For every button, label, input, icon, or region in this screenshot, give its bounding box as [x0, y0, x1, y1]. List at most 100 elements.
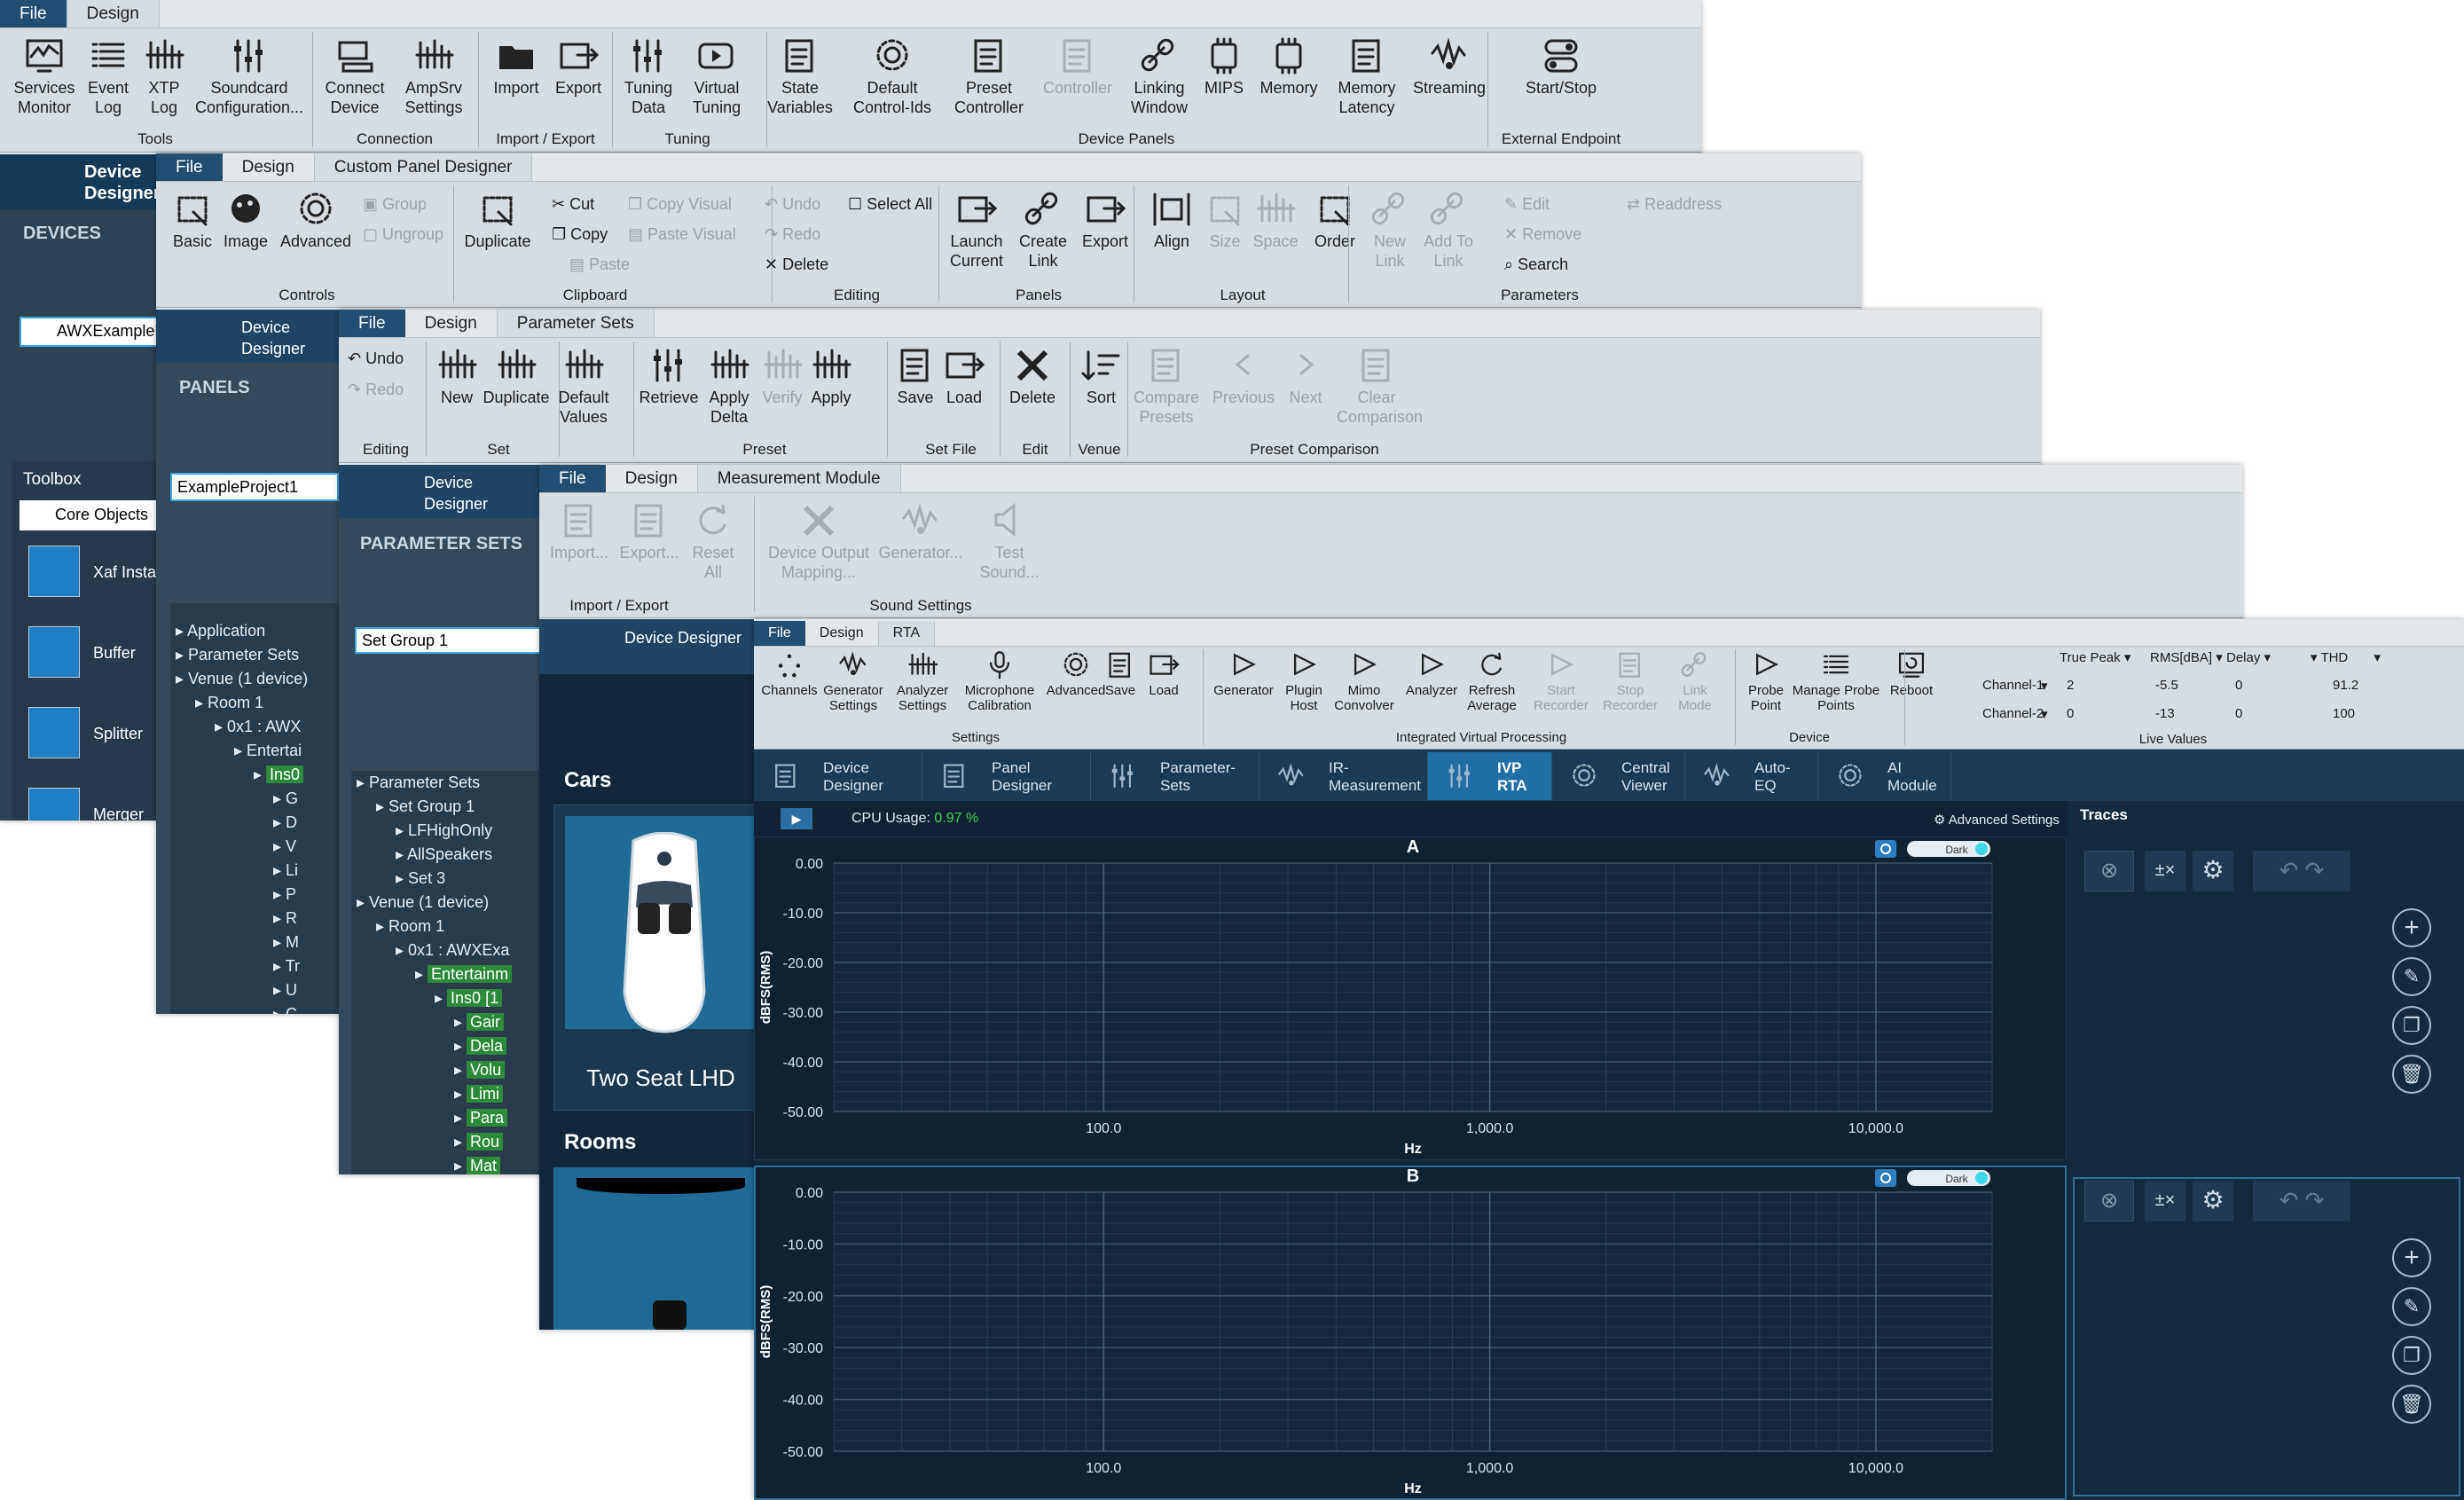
- ribbon-button-compare[interactable]: Compare Presets: [1131, 345, 1202, 427]
- toolbox-item[interactable]: [28, 788, 80, 821]
- ribbon-button-microphone[interactable]: Microphone Calibration: [960, 649, 1040, 713]
- ribbon-small-copy[interactable]: ❐ Copy: [552, 225, 608, 244]
- ribbon-button-duplicate[interactable]: Duplicate: [462, 189, 533, 251]
- ribbon-button-probe[interactable]: Probe Point: [1735, 649, 1797, 713]
- ribbon-button-state[interactable]: State Variables: [761, 35, 839, 117]
- toolbox-item[interactable]: [28, 546, 80, 597]
- tree-node[interactable]: ▸ R: [176, 907, 308, 931]
- ribbon-button-linking[interactable]: Linking Window: [1119, 35, 1199, 117]
- ribbon-button-manage-probe[interactable]: Manage Probe Points: [1792, 649, 1880, 713]
- tree-node[interactable]: ▸ Venue (1 device): [176, 667, 308, 691]
- tree-node[interactable]: ▸ P: [176, 883, 308, 907]
- ribbon-button-memory[interactable]: Memory: [1252, 35, 1325, 98]
- ribbon-button-virtual[interactable]: Virtual Tuning: [681, 35, 752, 117]
- tab-design[interactable]: Design: [66, 0, 160, 27]
- ribbon-button-streaming[interactable]: Streaming: [1405, 35, 1494, 98]
- tab-file[interactable]: File: [156, 153, 223, 181]
- thd-header[interactable]: ▾ THD ▾: [2311, 649, 2381, 665]
- tree-node[interactable]: ▸ Limi: [357, 1082, 512, 1106]
- trace-settings-icon[interactable]: ⚙: [2193, 1181, 2233, 1221]
- ribbon-button-add-to[interactable]: Add To Link: [1417, 189, 1479, 271]
- tree-node[interactable]: ▸ V: [176, 835, 308, 859]
- room-card[interactable]: [553, 1167, 766, 1330]
- tree-node[interactable]: ▸ AllSpeakers: [357, 843, 512, 867]
- tree-node[interactable]: ▸ 0x1 : AWXExa: [357, 938, 512, 962]
- ribbon-button-image[interactable]: Image: [215, 189, 277, 251]
- ribbon-button-services[interactable]: Services Monitor: [9, 35, 80, 117]
- ribbon-button-plugin[interactable]: Plugin Host: [1277, 649, 1330, 713]
- ribbon-button-default[interactable]: Default Values: [557, 345, 610, 427]
- nav-tab-ir-measurement[interactable]: IR- Measurement: [1259, 752, 1428, 800]
- device-designer-header[interactable]: Device Designer: [539, 619, 761, 674]
- tree-node[interactable]: ▸ Parameter Sets: [176, 643, 308, 667]
- ribbon-button-create[interactable]: Create Link: [1008, 189, 1079, 271]
- ribbon-button-export[interactable]: Export: [1070, 189, 1141, 251]
- toolbox-item[interactable]: [28, 707, 80, 758]
- tree-node[interactable]: ▸ Volu: [357, 1058, 512, 1082]
- tab-file[interactable]: File: [539, 465, 606, 492]
- ribbon-button-import-[interactable]: Import...: [539, 500, 619, 562]
- tab-file[interactable]: File: [754, 621, 805, 646]
- trace-settings-icon[interactable]: ⚙: [2193, 851, 2233, 891]
- copy-trace-icon[interactable]: ❐: [2392, 1006, 2431, 1045]
- tree-node[interactable]: ▸ Venue (1 device): [357, 891, 512, 915]
- device-designer-header[interactable]: Device Designer: [156, 310, 342, 363]
- advanced-settings-link[interactable]: ⚙ Advanced Settings: [1934, 812, 2060, 828]
- nav-tab-paneldesigner[interactable]: Panel Designer: [922, 752, 1091, 800]
- ribbon-button-preset[interactable]: Preset Controller: [949, 35, 1029, 117]
- ribbon-button-reboot[interactable]: Reboot: [1880, 649, 1942, 698]
- tree-node[interactable]: ▸ Tr: [176, 954, 308, 978]
- trace-select-icon[interactable]: ⊗: [2084, 1181, 2134, 1221]
- ribbon-button-delete[interactable]: Delete: [1006, 345, 1059, 407]
- tab-design[interactable]: Design: [805, 621, 878, 646]
- core-objects-dropdown[interactable]: Core Objects: [20, 500, 161, 530]
- tree-node[interactable]: ▸ Parameter Sets: [357, 771, 512, 795]
- ribbon-button-apply[interactable]: Apply Delta: [698, 345, 760, 427]
- ribbon-button-generator[interactable]: Generator: [1208, 649, 1279, 698]
- ribbon-small-paste-visual[interactable]: ▤ Paste Visual: [628, 225, 736, 244]
- ribbon-small-copy-visual[interactable]: ❐ Copy Visual: [628, 195, 732, 214]
- set-group-item[interactable]: Set Group 1: [355, 627, 541, 654]
- true-peak-header[interactable]: True Peak ▾: [2060, 649, 2130, 665]
- ribbon-small-undo[interactable]: ↶ Undo: [765, 195, 820, 214]
- copy-trace-icon[interactable]: ❐: [2392, 1336, 2431, 1375]
- trace-select-icon[interactable]: ⊗: [2084, 851, 2134, 891]
- ribbon-small-paste[interactable]: ▤ Paste: [569, 255, 630, 274]
- ribbon-small-delete[interactable]: ✕ Delete: [765, 255, 828, 274]
- ribbon-button-previous[interactable]: Previous: [1208, 345, 1279, 407]
- trace-undo-redo-icon[interactable]: ↶ ↷: [2253, 1181, 2350, 1221]
- tree-node[interactable]: ▸ Li: [176, 859, 308, 883]
- nav-tab-ivprta[interactable]: IVP RTA: [1428, 752, 1552, 800]
- tree-node[interactable]: ▸ M: [176, 931, 308, 954]
- play-button[interactable]: ▶: [781, 808, 812, 829]
- ribbon-button-channels[interactable]: Channels: [754, 649, 825, 698]
- delay-header[interactable]: Delay ▾: [2226, 649, 2271, 665]
- trace-math-icon[interactable]: ±×: [2145, 851, 2185, 891]
- ribbon-button-save[interactable]: Save: [893, 345, 938, 407]
- tree-node[interactable]: ▸ C: [176, 1002, 308, 1014]
- ribbon-button-load[interactable]: Load: [938, 345, 991, 407]
- ribbon-button-connect[interactable]: Connect Device: [317, 35, 393, 117]
- tab-design[interactable]: Design: [223, 153, 314, 181]
- ribbon-button-advanced[interactable]: Advanced: [276, 189, 356, 251]
- ribbon-small-edit[interactable]: ✎ Edit: [1504, 195, 1550, 214]
- tree-node[interactable]: ▸ Entertai: [176, 739, 308, 763]
- tree-node[interactable]: ▸ Dela: [357, 1034, 512, 1058]
- ribbon-button-clear[interactable]: Clear Comparison: [1337, 345, 1423, 427]
- car-card[interactable]: Two Seat LHD: [553, 805, 766, 1111]
- add-trace-icon[interactable]: +: [2392, 1238, 2431, 1277]
- trace-undo-redo-icon[interactable]: ↶ ↷: [2253, 851, 2350, 891]
- tab-rta[interactable]: RTA: [877, 621, 936, 646]
- ribbon-button-generator-[interactable]: Generator...: [876, 500, 965, 562]
- ribbon-button-tuning[interactable]: Tuning Data: [617, 35, 679, 117]
- project-item[interactable]: ExampleProject1: [170, 473, 339, 501]
- nav-tab-centralviewer[interactable]: Central Viewer: [1552, 752, 1685, 800]
- ribbon-button-refresh[interactable]: Refresh Average: [1456, 649, 1527, 713]
- delete-trace-icon[interactable]: 🗑: [2392, 1055, 2431, 1094]
- ribbon-button-space[interactable]: Space: [1244, 189, 1307, 251]
- ribbon-button-generator[interactable]: Generator Settings: [818, 649, 889, 713]
- ribbon-button-save[interactable]: Save: [1098, 649, 1142, 698]
- ribbon-small-remove[interactable]: ✕ Remove: [1504, 225, 1581, 244]
- tree-node[interactable]: ▸ Ins0 [1: [357, 986, 512, 1010]
- ribbon-small-readdress[interactable]: ⇄ Readdress: [1627, 195, 1722, 214]
